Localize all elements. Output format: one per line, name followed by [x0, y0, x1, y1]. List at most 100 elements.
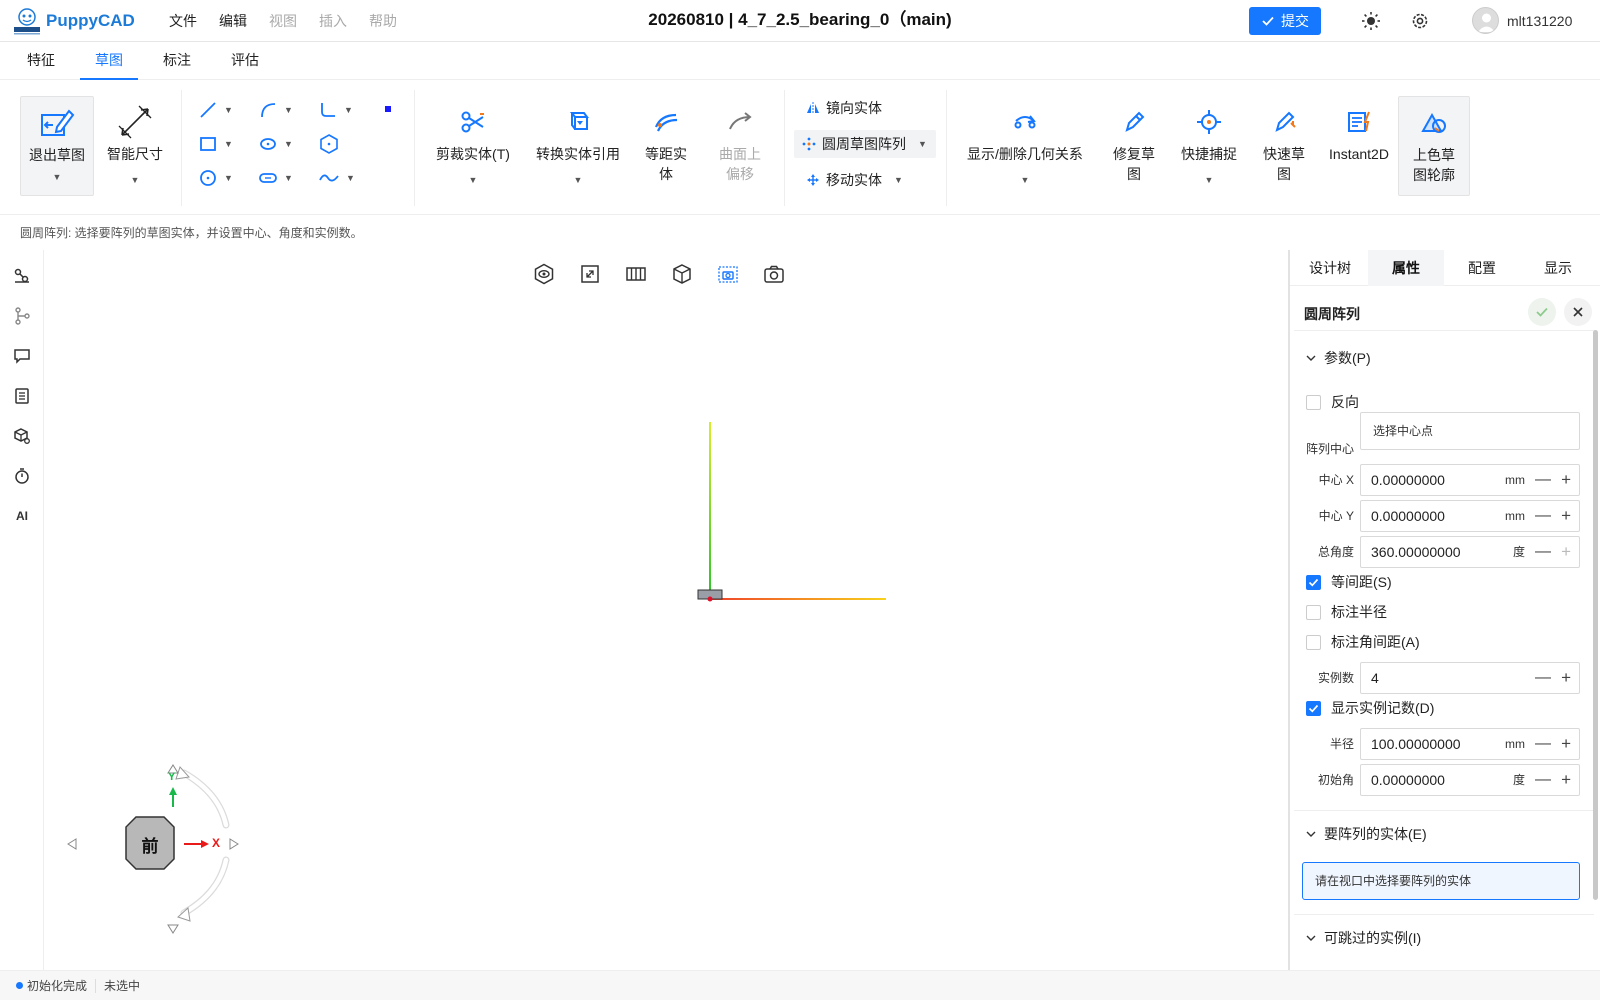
- increment-button[interactable]: +: [1561, 501, 1571, 531]
- ai-icon[interactable]: AI: [12, 506, 32, 526]
- tab-sketch[interactable]: 草图: [80, 42, 138, 80]
- point-tool[interactable]: [383, 104, 393, 114]
- camera-icon[interactable]: [762, 262, 786, 286]
- tab-evaluate[interactable]: 评估: [220, 42, 270, 80]
- menu-insert[interactable]: 插入: [308, 11, 358, 31]
- circle-tool[interactable]: ▼: [198, 168, 233, 188]
- fillet-tool[interactable]: ▼: [318, 100, 353, 120]
- skip-section-header[interactable]: 可跳过的实例(I): [1306, 928, 1421, 948]
- rotate-cw-arrow[interactable]: [180, 769, 230, 829]
- tab-features[interactable]: 特征: [16, 42, 66, 80]
- chevron-down-icon[interactable]: ▼: [131, 170, 140, 190]
- instance-count-input[interactable]: 4 — +: [1360, 662, 1580, 694]
- stopwatch-icon[interactable]: [12, 466, 32, 486]
- total-angle-input[interactable]: 360.00000000 度 — +: [1360, 536, 1580, 568]
- show-count-checkbox[interactable]: [1306, 700, 1321, 716]
- mirror-entities-button[interactable]: 镜向实体: [798, 94, 890, 122]
- entities-selection-box[interactable]: 请在视口中选择要阵列的实体: [1302, 862, 1580, 900]
- move-entities-button[interactable]: 移动实体 ▼: [798, 166, 911, 194]
- app-logo[interactable]: PuppyCAD: [12, 6, 135, 36]
- increment-button[interactable]: +: [1561, 537, 1571, 567]
- submit-button[interactable]: 提交: [1249, 7, 1321, 35]
- sun-icon[interactable]: [1361, 11, 1381, 31]
- tab-display[interactable]: 显示: [1520, 250, 1596, 286]
- chevron-down-icon[interactable]: ▼: [224, 105, 233, 115]
- panel-scrollbar[interactable]: [1593, 330, 1598, 900]
- comment-icon[interactable]: [12, 346, 32, 366]
- entities-section-header[interactable]: 要阵列的实体(E): [1306, 824, 1427, 844]
- offset-entities-button[interactable]: 等距实 体: [640, 102, 692, 184]
- chevron-down-icon[interactable]: ▼: [344, 105, 353, 115]
- quick-snap-button[interactable]: 快捷捕捉 ▼: [1176, 102, 1242, 190]
- cube-view-icon[interactable]: [670, 262, 694, 286]
- equal-spacing-option[interactable]: 等间距(S): [1306, 572, 1392, 592]
- chevron-down-icon[interactable]: ▼: [284, 139, 293, 149]
- chevron-down-icon[interactable]: ▼: [284, 105, 293, 115]
- spline-tool[interactable]: ▼: [318, 168, 355, 188]
- rectangle-tool[interactable]: ▼: [198, 134, 233, 154]
- user-menu[interactable]: mlt131220: [1472, 7, 1572, 34]
- polygon-tool[interactable]: [318, 133, 340, 155]
- menu-help[interactable]: 帮助: [358, 11, 408, 31]
- reverse-option[interactable]: 反向: [1306, 392, 1359, 412]
- origin-point[interactable]: [707, 596, 713, 602]
- repair-sketch-button[interactable]: 修复草 图: [1108, 102, 1160, 184]
- document-list-icon[interactable]: [12, 386, 32, 406]
- chevron-down-icon[interactable]: ▼: [284, 173, 293, 183]
- decrement-button[interactable]: —: [1535, 501, 1551, 531]
- confirm-button[interactable]: [1528, 298, 1556, 326]
- slot-tool[interactable]: ▼: [258, 168, 293, 188]
- decrement-button[interactable]: —: [1535, 663, 1551, 693]
- center-x-input[interactable]: 0.00000000 mm — +: [1360, 464, 1580, 496]
- instant2d-button[interactable]: Instant2D: [1324, 102, 1394, 164]
- section-view-icon[interactable]: [624, 262, 648, 286]
- view-down-arrow[interactable]: [167, 924, 179, 934]
- decrement-button[interactable]: —: [1535, 465, 1551, 495]
- reverse-checkbox[interactable]: [1306, 394, 1321, 410]
- close-button[interactable]: [1564, 298, 1592, 326]
- tab-annotate[interactable]: 标注: [152, 42, 202, 80]
- shaded-sketch-button[interactable]: 上色草 图轮廓: [1398, 96, 1470, 196]
- show-relations-button[interactable]: 显示/删除几何关系 ▼: [962, 102, 1088, 190]
- view-left-arrow[interactable]: [67, 838, 77, 850]
- chevron-down-icon[interactable]: ▼: [918, 139, 927, 149]
- chevron-down-icon[interactable]: ▼: [574, 170, 583, 190]
- circular-pattern-button[interactable]: 圆周草图阵列 ▼: [794, 130, 936, 158]
- cube-search-icon[interactable]: [12, 426, 32, 446]
- menu-view[interactable]: 视图: [258, 11, 308, 31]
- quick-sketch-button[interactable]: 快速草 图: [1258, 102, 1310, 184]
- chevron-down-icon[interactable]: ▼: [346, 173, 355, 183]
- visibility-icon[interactable]: [532, 262, 556, 286]
- chevron-down-icon[interactable]: ▼: [224, 139, 233, 149]
- chevron-down-icon[interactable]: ▼: [224, 173, 233, 183]
- equal-spacing-checkbox[interactable]: [1306, 574, 1321, 590]
- chevron-down-icon[interactable]: ▼: [469, 170, 478, 190]
- dim-angle-option[interactable]: 标注角间距(A): [1306, 632, 1420, 652]
- line-tool[interactable]: ▼: [198, 100, 233, 120]
- center-y-input[interactable]: 0.00000000 mm — +: [1360, 500, 1580, 532]
- screenshot-region-icon[interactable]: [716, 262, 740, 286]
- chevron-down-icon[interactable]: ▼: [894, 175, 903, 185]
- zoom-fit-icon[interactable]: [578, 262, 602, 286]
- surface-offset-button[interactable]: 曲面上 偏移: [714, 102, 766, 184]
- increment-button[interactable]: +: [1561, 729, 1571, 759]
- decrement-button[interactable]: —: [1535, 729, 1551, 759]
- radius-input[interactable]: 100.00000000 mm — +: [1360, 728, 1580, 760]
- params-section-header[interactable]: 参数(P): [1306, 348, 1371, 368]
- branch-icon[interactable]: [12, 306, 32, 326]
- menu-file[interactable]: 文件: [158, 11, 208, 31]
- start-angle-input[interactable]: 0.00000000 度 — +: [1360, 764, 1580, 796]
- convert-entities-button[interactable]: 转换实体引用 ▼: [532, 102, 624, 190]
- dim-radius-option[interactable]: 标注半径: [1306, 602, 1387, 622]
- increment-button[interactable]: +: [1561, 663, 1571, 693]
- decrement-button[interactable]: —: [1535, 537, 1551, 567]
- show-count-option[interactable]: 显示实例记数(D): [1306, 698, 1434, 718]
- exit-sketch-button[interactable]: 退出草图 ▼: [20, 96, 94, 196]
- chevron-down-icon[interactable]: ▼: [1021, 170, 1030, 190]
- tab-design-tree[interactable]: 设计树: [1292, 250, 1368, 286]
- increment-button[interactable]: +: [1561, 765, 1571, 795]
- dim-radius-checkbox[interactable]: [1306, 604, 1321, 620]
- trim-entities-button[interactable]: 剪裁实体(T) ▼: [432, 102, 514, 190]
- arc-tool[interactable]: ▼: [258, 100, 293, 120]
- menu-edit[interactable]: 编辑: [208, 11, 258, 31]
